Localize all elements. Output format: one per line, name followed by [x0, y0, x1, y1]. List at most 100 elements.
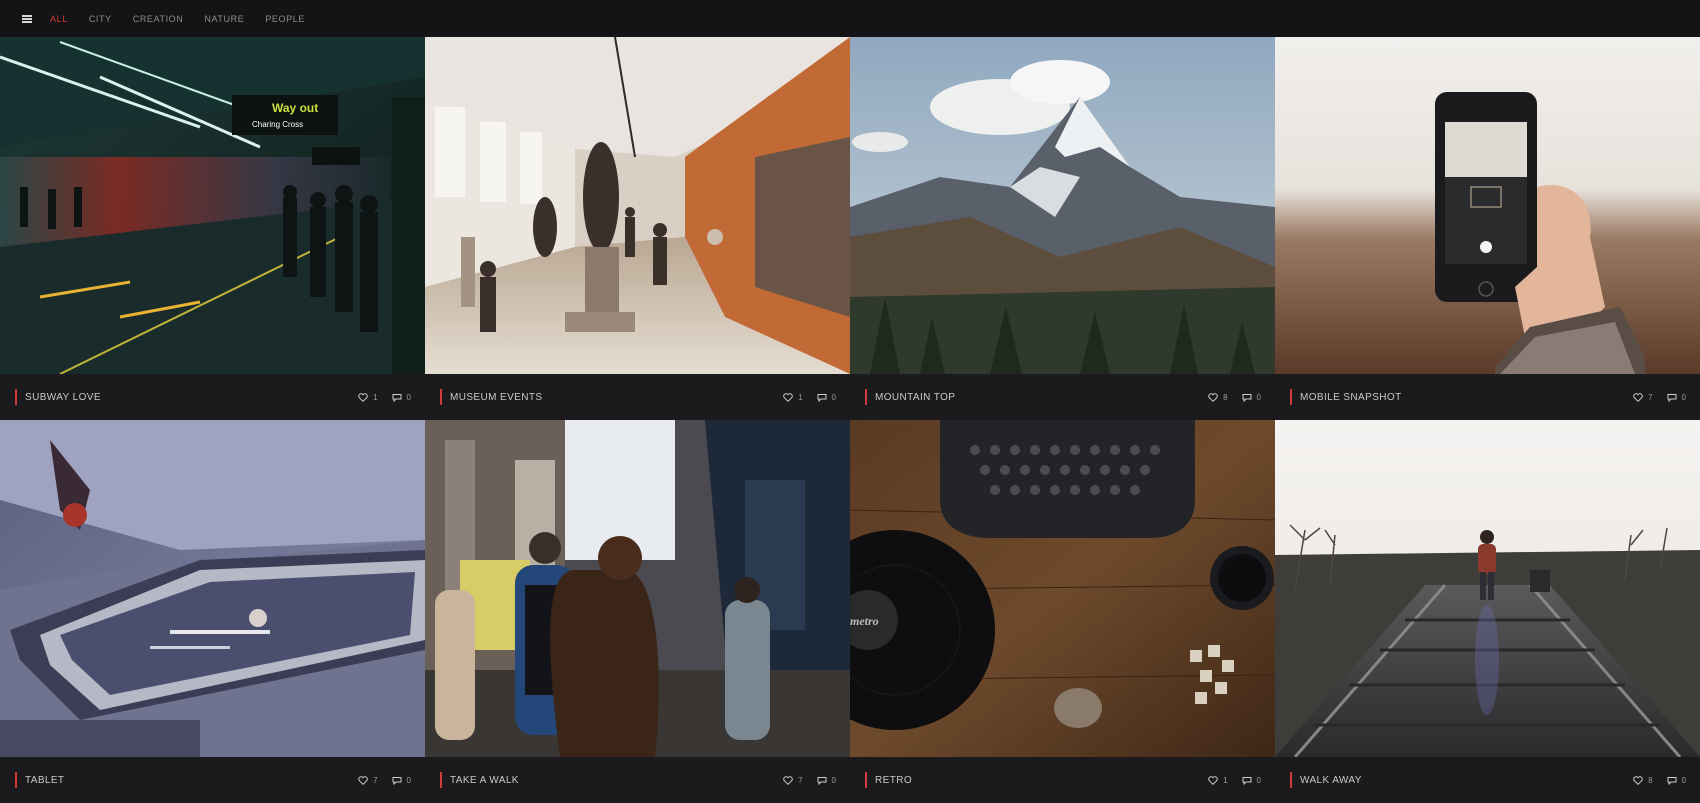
accent-bar [440, 772, 442, 788]
comment-icon [1667, 393, 1677, 402]
item-title[interactable]: TABLET [25, 775, 64, 786]
filter-creation[interactable]: CREATION [133, 14, 184, 24]
comment-button[interactable]: 0 [817, 393, 836, 402]
accent-bar [1290, 389, 1292, 405]
photo-mountain[interactable] [850, 37, 1275, 374]
filter-tabs: ALL CITY CREATION NATURE PEOPLE [50, 14, 326, 24]
photo-retro[interactable]: metro [850, 420, 1275, 757]
like-count: 7 [798, 775, 803, 785]
comment-count: 0 [1681, 392, 1686, 402]
comment-button[interactable]: 0 [817, 776, 836, 785]
comment-icon [392, 776, 402, 785]
portfolio-item-walk-away: WALK AWAY 8 0 [1275, 420, 1700, 803]
item-stats: 7 0 [1619, 393, 1686, 402]
item-stats: 8 0 [1619, 776, 1686, 785]
comment-button[interactable]: 0 [392, 393, 411, 402]
like-count: 1 [1223, 775, 1228, 785]
item-stats: 7 0 [769, 776, 836, 785]
comment-count: 0 [406, 775, 411, 785]
top-navigation-bar: ALL CITY CREATION NATURE PEOPLE [0, 0, 1700, 37]
item-caption: WALK AWAY 8 0 [1275, 757, 1700, 803]
comment-icon [1667, 776, 1677, 785]
like-count: 1 [798, 392, 803, 402]
like-count: 8 [1648, 775, 1653, 785]
charing-cross-sign: Charing Cross [252, 120, 303, 129]
comment-button[interactable]: 0 [392, 776, 411, 785]
item-stats: 1 0 [344, 393, 411, 402]
item-title[interactable]: SUBWAY LOVE [25, 392, 101, 403]
like-count: 1 [373, 392, 378, 402]
comment-count: 0 [1681, 775, 1686, 785]
comment-count: 0 [1256, 775, 1261, 785]
item-stats: 1 0 [769, 393, 836, 402]
item-caption: MUSEUM EVENTS 1 0 [425, 374, 850, 420]
like-button[interactable]: 7 [1633, 392, 1653, 402]
filter-people[interactable]: PEOPLE [265, 14, 305, 24]
portfolio-item-mountain-top: MOUNTAIN TOP 8 0 [850, 37, 1275, 420]
like-count: 7 [373, 775, 378, 785]
comment-button[interactable]: 0 [1667, 776, 1686, 785]
like-count: 7 [1648, 392, 1653, 402]
comment-icon [817, 776, 827, 785]
hamburger-icon[interactable] [22, 14, 32, 23]
accent-bar [1290, 772, 1292, 788]
accent-bar [865, 772, 867, 788]
item-title[interactable]: RETRO [875, 775, 912, 786]
heart-icon [1633, 392, 1643, 402]
comment-icon [1242, 393, 1252, 402]
like-button[interactable]: 1 [783, 392, 803, 402]
portfolio-grid: Way out Charing Cross SUBWAY LOVE 1 0 MU… [0, 37, 1700, 803]
item-stats: 8 0 [1194, 393, 1261, 402]
item-caption: MOBILE SNAPSHOT 7 0 [1275, 374, 1700, 420]
photo-street[interactable] [425, 420, 850, 757]
comment-count: 0 [831, 775, 836, 785]
comment-icon [392, 393, 402, 402]
like-button[interactable]: 8 [1208, 392, 1228, 402]
heart-icon [783, 775, 793, 785]
item-caption: TAKE A WALK 7 0 [425, 757, 850, 803]
portfolio-item-mobile-snapshot: MOBILE SNAPSHOT 7 0 [1275, 37, 1700, 420]
accent-bar [865, 389, 867, 405]
portfolio-item-subway-love: Way out Charing Cross SUBWAY LOVE 1 0 [0, 37, 425, 420]
comment-button[interactable]: 0 [1242, 776, 1261, 785]
way-out-sign: Way out [272, 101, 318, 115]
accent-bar [440, 389, 442, 405]
item-stats: 1 0 [1194, 776, 1261, 785]
item-caption: MOUNTAIN TOP 8 0 [850, 374, 1275, 420]
comment-icon [817, 393, 827, 402]
comment-count: 0 [1256, 392, 1261, 402]
heart-icon [783, 392, 793, 402]
heart-icon [1633, 775, 1643, 785]
item-title[interactable]: TAKE A WALK [450, 775, 519, 786]
like-button[interactable]: 7 [358, 775, 378, 785]
like-count: 8 [1223, 392, 1228, 402]
like-button[interactable]: 7 [783, 775, 803, 785]
item-title[interactable]: MUSEUM EVENTS [450, 392, 542, 403]
portfolio-item-museum-events: MUSEUM EVENTS 1 0 [425, 37, 850, 420]
accent-bar [15, 389, 17, 405]
item-title[interactable]: WALK AWAY [1300, 775, 1362, 786]
comment-count: 0 [831, 392, 836, 402]
item-title[interactable]: MOUNTAIN TOP [875, 392, 955, 403]
item-title[interactable]: MOBILE SNAPSHOT [1300, 392, 1402, 403]
item-stats: 7 0 [344, 776, 411, 785]
like-button[interactable]: 1 [358, 392, 378, 402]
like-button[interactable]: 8 [1633, 775, 1653, 785]
comment-button[interactable]: 0 [1667, 393, 1686, 402]
filter-nature[interactable]: NATURE [204, 14, 244, 24]
accent-bar [15, 772, 17, 788]
photo-railway[interactable] [1275, 420, 1700, 757]
photo-mobile[interactable] [1275, 37, 1700, 374]
photo-tablet[interactable] [0, 420, 425, 757]
filter-all[interactable]: ALL [50, 14, 68, 24]
photo-subway[interactable]: Way out Charing Cross [0, 37, 425, 374]
filter-city[interactable]: CITY [89, 14, 112, 24]
item-caption: RETRO 1 0 [850, 757, 1275, 803]
portfolio-item-retro: metro RETRO 1 0 [850, 420, 1275, 803]
item-caption: SUBWAY LOVE 1 0 [0, 374, 425, 420]
comment-button[interactable]: 0 [1242, 393, 1261, 402]
record-label-text: metro [850, 614, 879, 628]
photo-museum[interactable] [425, 37, 850, 374]
comment-icon [1242, 776, 1252, 785]
like-button[interactable]: 1 [1208, 775, 1228, 785]
